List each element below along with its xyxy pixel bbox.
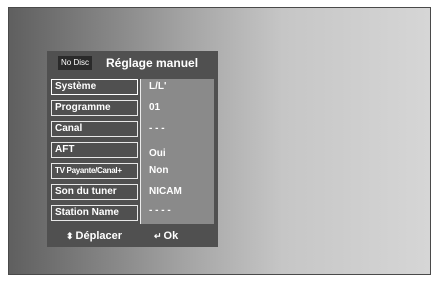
setting-label-pay-tv[interactable]: TV Payante/Canal+ [51, 163, 138, 179]
setting-label-tuner-sound[interactable]: Son du tuner [51, 184, 138, 200]
setting-label-system[interactable]: Système [51, 79, 138, 95]
setting-value-programme[interactable]: 01 [149, 101, 160, 115]
menu-header: No Disc Réglage manuel [47, 51, 218, 75]
setting-value-station-name[interactable]: - - - - [149, 204, 171, 218]
updown-arrow-icon: ⬍ [66, 231, 74, 241]
enter-key-icon: ↵ [154, 231, 162, 241]
setting-label-programme[interactable]: Programme [51, 100, 138, 116]
setting-label-aft[interactable]: AFT [51, 142, 138, 158]
ok-hint: ↵ Ok [154, 227, 178, 245]
setting-label-station-name[interactable]: Station Name [51, 205, 138, 221]
setting-label-canal[interactable]: Canal [51, 121, 138, 137]
disc-status-badge: No Disc [58, 56, 93, 70]
settings-table: Système L/L' Programme 01 Canal - - - AF… [47, 79, 218, 224]
move-hint: ⬍ Déplacer [66, 227, 122, 245]
menu-title: Réglage manuel [106, 56, 199, 70]
setting-value-system[interactable]: L/L' [149, 80, 166, 94]
setting-value-canal[interactable]: - - - [149, 122, 165, 136]
menu-footer: ⬍ Déplacer ↵ Ok [47, 227, 218, 247]
setting-value-aft[interactable]: Oui [149, 147, 166, 161]
manual-setup-menu: No Disc Réglage manuel Système L/L' Prog… [47, 51, 218, 247]
ok-label: Ok [163, 230, 179, 242]
tv-screen: No Disc Réglage manuel Système L/L' Prog… [8, 7, 431, 275]
setting-value-tuner-sound[interactable]: NICAM [149, 185, 182, 199]
setting-value-pay-tv[interactable]: Non [149, 164, 168, 178]
move-label: Déplacer [75, 230, 123, 242]
